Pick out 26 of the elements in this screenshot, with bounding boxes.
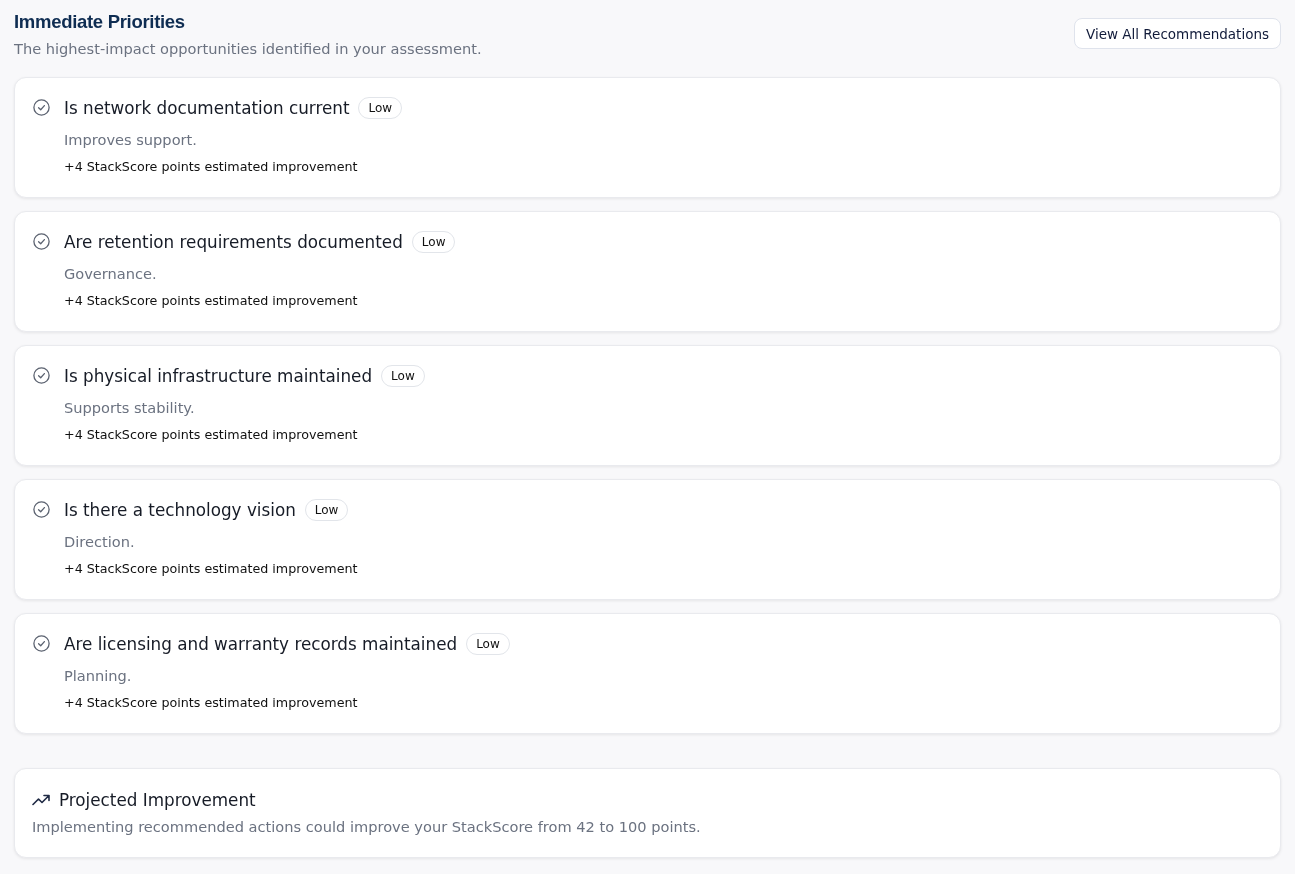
circle-check-icon xyxy=(33,501,50,518)
priority-description: Improves support. xyxy=(64,130,198,150)
circle-check-icon xyxy=(33,99,50,116)
score-impact-text: +4 StackScore points estimated improvement xyxy=(64,694,359,712)
section-title: Immediate Priorities xyxy=(14,10,186,34)
priority-title: Is network documentation current xyxy=(64,97,350,120)
circle-check-icon xyxy=(33,367,50,384)
priority-description: Governance. xyxy=(64,264,158,284)
score-impact-text: +4 StackScore points estimated improvement xyxy=(64,158,359,176)
score-impact-text: +4 StackScore points estimated improvement xyxy=(64,560,359,578)
circle-check-icon xyxy=(33,635,50,652)
score-impact-text: +4 StackScore points estimated improvement xyxy=(64,426,359,444)
priority-title: Are retention requirements documented xyxy=(64,231,403,254)
priority-description: Supports stability. xyxy=(64,398,196,418)
priority-description: Planning. xyxy=(64,666,133,686)
priority-title: Are licensing and warranty records maintained xyxy=(64,633,458,656)
score-impact-text: +4 StackScore points estimated improvement xyxy=(64,292,359,310)
view-all-button[interactable]: View All Recommendations xyxy=(1074,18,1281,49)
trending-up-icon xyxy=(32,794,50,806)
priority-description: Direction. xyxy=(64,532,136,552)
priority-title: Is physical infrastructure maintained xyxy=(64,365,373,388)
circle-check-icon xyxy=(33,233,50,250)
section-subtitle: The highest-impact opportunities identified in your assessment. xyxy=(14,39,482,59)
projection-text: Implementing recommended actions could improve your StackScore from 42 to 100 points. xyxy=(32,817,702,837)
projection-title: Projected Improvement xyxy=(59,789,256,812)
priority-title: Is there a technology vision xyxy=(64,499,296,522)
